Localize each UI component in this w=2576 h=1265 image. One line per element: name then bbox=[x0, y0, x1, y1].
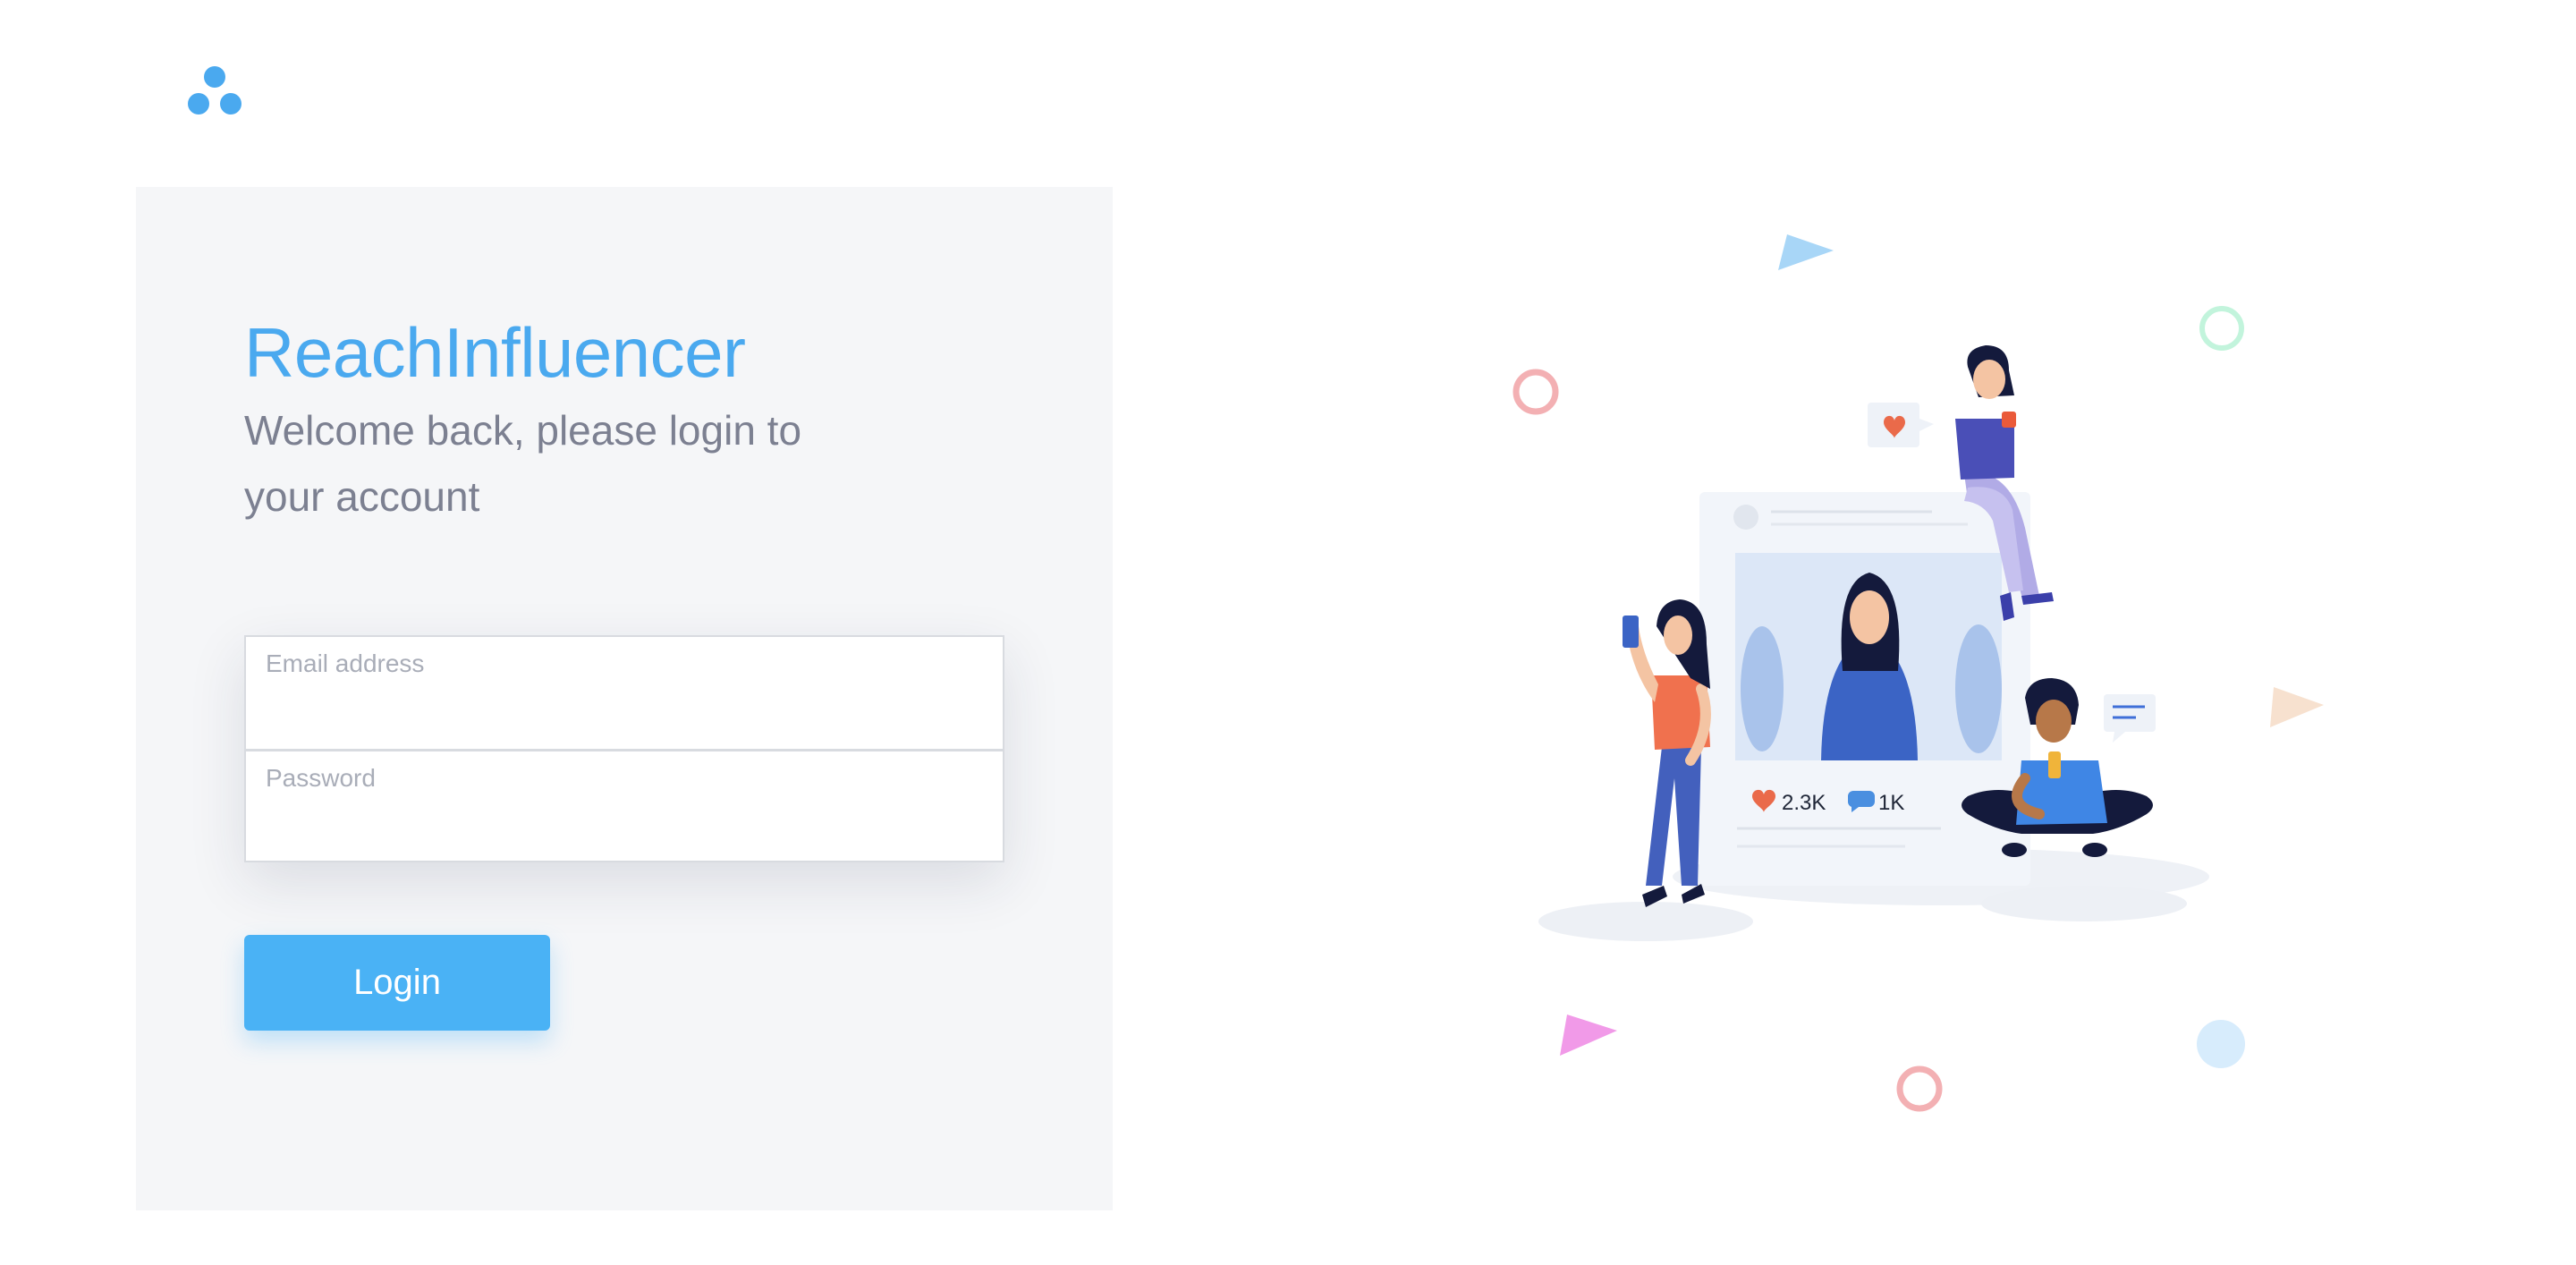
cup-icon bbox=[2002, 412, 2016, 428]
phone-icon bbox=[2048, 751, 2061, 778]
comments-count: 1K bbox=[1878, 791, 1904, 815]
dot-decoration bbox=[2197, 1020, 2245, 1068]
triangle-decoration bbox=[1778, 234, 1834, 270]
post-avatar-icon bbox=[1733, 505, 1758, 530]
phone-icon bbox=[1623, 616, 1639, 648]
floor-shadow bbox=[1981, 886, 2187, 921]
login-panel: ReachInfluencer Welcome back, please log… bbox=[136, 187, 1113, 1210]
social-media-illustration: 2.3K 1K bbox=[1513, 234, 2324, 1112]
ring-decoration bbox=[2199, 306, 2244, 351]
brand-title: ReachInfluencer bbox=[244, 313, 746, 392]
logo-dot bbox=[204, 66, 225, 88]
ring-decoration bbox=[1896, 1065, 1943, 1112]
email-label: Email address bbox=[266, 649, 425, 677]
triangle-decoration bbox=[2270, 687, 2324, 727]
welcome-subtitle: Welcome back, please login to your accou… bbox=[244, 407, 802, 520]
password-field-container[interactable]: Password bbox=[246, 749, 1003, 861]
password-label: Password bbox=[266, 764, 376, 792]
floor-shadow bbox=[1538, 902, 1753, 941]
email-field-container[interactable]: Email address bbox=[246, 637, 1003, 749]
logo-dot bbox=[220, 93, 242, 115]
message-bubble bbox=[2104, 694, 2156, 732]
app-logo bbox=[186, 66, 245, 118]
login-form: Email address Password bbox=[244, 635, 1004, 862]
logo-dot bbox=[188, 93, 209, 115]
ring-decoration bbox=[1513, 369, 1559, 415]
password-field[interactable] bbox=[266, 800, 983, 846]
likes-count: 2.3K bbox=[1782, 791, 1826, 815]
triangle-decoration bbox=[1560, 1015, 1617, 1056]
email-field[interactable] bbox=[266, 688, 983, 734]
login-button[interactable]: Login bbox=[244, 935, 550, 1031]
